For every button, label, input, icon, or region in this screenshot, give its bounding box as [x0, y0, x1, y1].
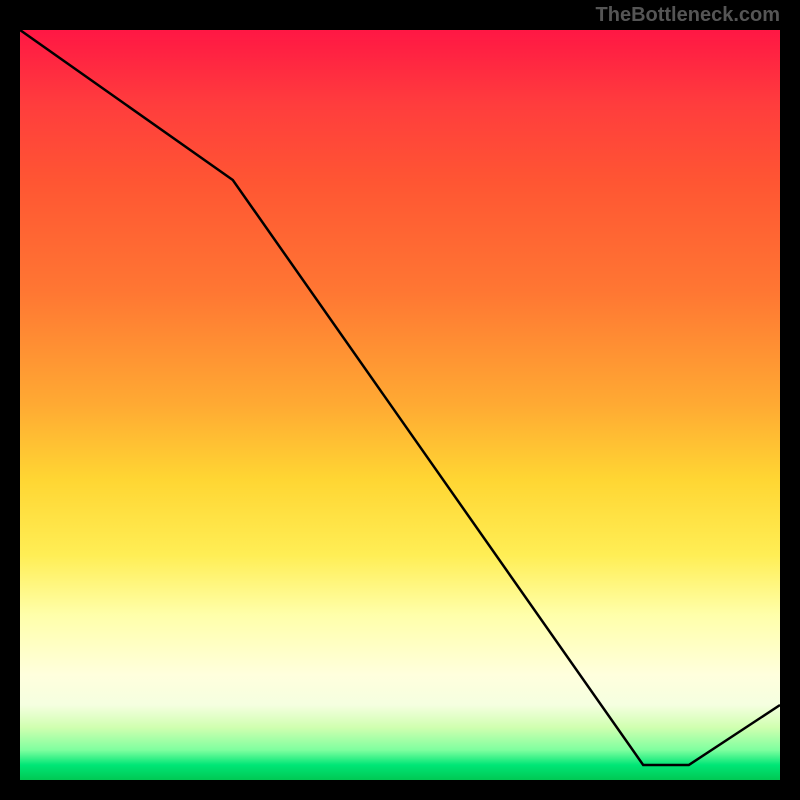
chart-line-layer [20, 30, 780, 780]
chart-plot-area [20, 30, 780, 780]
watermark-text: TheBottleneck.com [596, 4, 780, 27]
bottleneck-curve [20, 30, 780, 765]
